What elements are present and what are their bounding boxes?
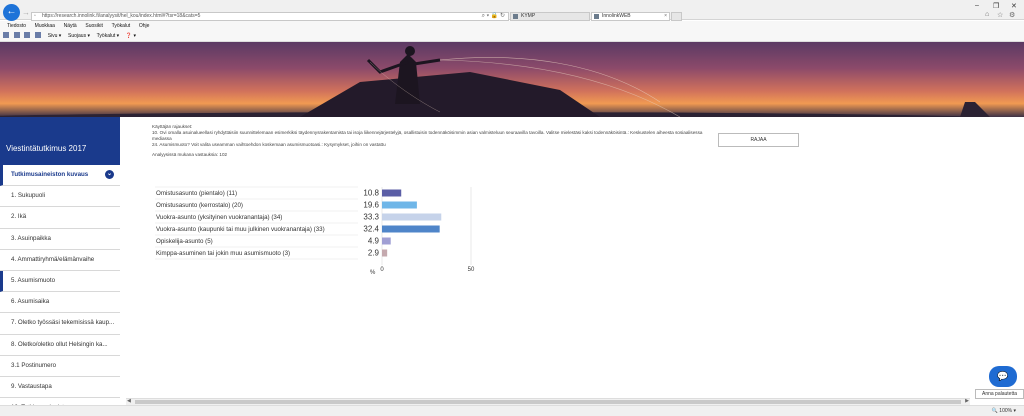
tab-kymp[interactable]: KYMP [510,12,590,21]
bar [382,189,402,197]
filter-line-2: 24. Asumismuoto? Voit valita useamman va… [152,142,386,147]
minimize-icon[interactable]: – [975,2,979,9]
bar-chart: Omistusasunto (pientalo) (11) 10.8 Omistus… [155,186,555,276]
command-page[interactable]: Sivu ▾ [48,31,62,42]
category-label: Omistusasunto (pientalo) (11) [156,190,237,197]
bar [382,249,388,257]
data-label: 19.6 [363,201,379,210]
address-bar[interactable]: ▫ https://research.innolink.fi/analyysit… [31,12,509,21]
sidebar-item-label: 7. Oletko työssäsi tekemisissä kaup... [11,319,115,327]
sidebar-list: 1. Sukupuoli 2. Ikä 3. Asuinpaikka 4. Ammat… [0,186,120,416]
bar [382,201,417,209]
command-security[interactable]: Suojaus ▾ [68,31,90,42]
data-label: 2.9 [368,249,380,258]
sidebar-item[interactable]: 5. Asumismuoto [0,270,120,293]
sidebar-item[interactable]: 3.1 Postinumero [0,356,120,377]
sidebar-item[interactable]: 4. Ammattiryhmä/elämänvaihe [0,250,120,271]
settings-gear-icon[interactable]: ⚙ [1009,11,1015,19]
category-label: Vuokra-asunto (kaupunki tai muu julkinen… [156,226,325,233]
home-icon[interactable]: ⌂ [985,11,989,18]
address-url: https://research.innolink.fi/analyysit/h… [42,13,201,19]
bar [382,213,442,221]
data-label: 32.4 [363,225,379,234]
sidebar: Viestintätutkimus 2017 Tutkimusaineiston… [0,117,120,416]
print-icon[interactable] [35,32,42,39]
search-lock-refresh-icons[interactable]: ⌕ ▾ 🔒 ↻ [482,13,505,20]
sidebar-item[interactable]: 1. Sukupuoli [0,186,120,208]
home-page-icon[interactable] [3,32,9,39]
rajaa-button[interactable]: RAJAA [718,133,799,147]
scroll-thumb[interactable] [135,400,961,404]
feedback-tooltip: Anna palautetta [975,389,1024,399]
tick-label: 50 [468,267,475,273]
sidebar-title: Viestintätutkimus 2017 [0,117,120,165]
sidebar-item[interactable]: 2. Ikä [0,207,120,229]
tab-label: InnolinkWEB [602,13,631,19]
category-label: Opiskelija-asunto (5) [156,238,213,245]
new-tab-button[interactable] [671,12,682,21]
sidebar-item-label: 3.1 Postinumero [11,361,57,369]
bar [382,225,440,233]
zoom-value: 100% [999,408,1013,414]
chevron-down-icon[interactable]: ⌄ [105,170,114,179]
tab-favicon-icon [594,14,599,19]
sidebar-item-label: 9. Vastaustapa [11,382,52,390]
restore-icon[interactable]: ❐ [993,2,999,10]
command-bar: Sivu ▾ Suojaus ▾ Työkalut ▾ ❓ ▾ [0,31,1024,42]
sidebar-item-label: 1. Sukupuoli [11,192,46,200]
command-help[interactable]: ❓ ▾ [126,31,136,42]
sidebar-item-label: Tutkimusaineiston kuvaus [11,171,89,178]
main-content: Käyttäjän rajaukset: 10. Ovi omalla asui… [120,117,1024,404]
browser-tab-bar: ← → ▫ https://research.innolink.fi/analy… [0,0,1024,21]
sidebar-item-label: 2. Ikä [11,213,27,221]
data-label: 33.3 [363,213,379,222]
sidebar-item-label: 6. Asumisaika [11,298,50,306]
sidebar-item-label: 4. Ammattiryhmä/elämänvaihe [11,255,95,263]
category-label: Omistusasunto (kerrostalo) (20) [156,202,243,209]
tab-innolinkweb[interactable]: InnolinkWEB × [591,12,670,21]
filter-line-1: 10. Ovi omalla asuinalueellasi ryhdyttäi… [152,130,703,141]
favorites-star-icon[interactable]: ☆ [997,11,1003,19]
sidebar-item-label: 3. Asuinpaikka [11,234,51,242]
unit-label: % [370,270,376,276]
sidebar-item[interactable]: 8. Oletko/oletko ollut Helsingin ka... [0,335,120,356]
fisherman-silhouette [0,46,990,117]
sidebar-item[interactable]: 6. Asumisaika [0,292,120,314]
close-window-icon[interactable]: ✕ [1011,2,1017,10]
status-bar: 🔍 100% ▾ [0,405,1024,416]
mail-icon[interactable] [24,32,31,39]
respondent-count: Analyysissä mukana vastauksia: 102 [152,152,228,157]
sidebar-item-label: 8. Oletko/oletko ollut Helsingin ka... [11,340,108,348]
page-icon: ▫ [34,13,36,19]
command-tools[interactable]: Työkalut ▾ [97,31,120,42]
sidebar-item-label: 5. Asumismuoto [11,276,56,284]
bar [382,237,391,245]
filter-info: Käyttäjän rajaukset: 10. Ovi omalla asui… [152,124,712,158]
hero-banner-image [0,42,1024,117]
category-label: Kimppa-asuminen tai jokin muu asumismuot… [156,250,290,257]
category-label: Vuokra-asunto (yksityinen vuokranantaja)… [156,214,282,221]
data-label: 10.8 [363,189,379,198]
scroll-left-icon[interactable]: ◀ [127,398,131,404]
scroll-right-icon[interactable]: ▶ [965,398,969,404]
horizontal-scrollbar[interactable]: ◀ ▶ [126,398,970,405]
sidebar-item[interactable]: 7. Oletko työssäsi tekemisissä kaup... [0,313,120,335]
data-label: 4.9 [368,237,380,246]
zoom-level[interactable]: 🔍 100% ▾ [992,408,1016,414]
tab-favicon-icon [513,14,518,19]
sidebar-item[interactable]: 3. Asuinpaikka [0,229,120,250]
tab-close-icon[interactable]: × [664,13,667,20]
feedback-chat-icon[interactable]: 💬 [989,366,1017,387]
tab-label: KYMP [521,13,536,19]
back-arrow-icon[interactable]: ← [3,4,20,21]
sidebar-item-tutkimusaineiston-kuvaus[interactable]: Tutkimusaineiston kuvaus ⌄ [0,165,120,187]
tick-label: 0 [380,267,384,273]
sidebar-item[interactable]: 9. Vastaustapa [0,377,120,399]
feeds-icon[interactable] [13,32,20,39]
